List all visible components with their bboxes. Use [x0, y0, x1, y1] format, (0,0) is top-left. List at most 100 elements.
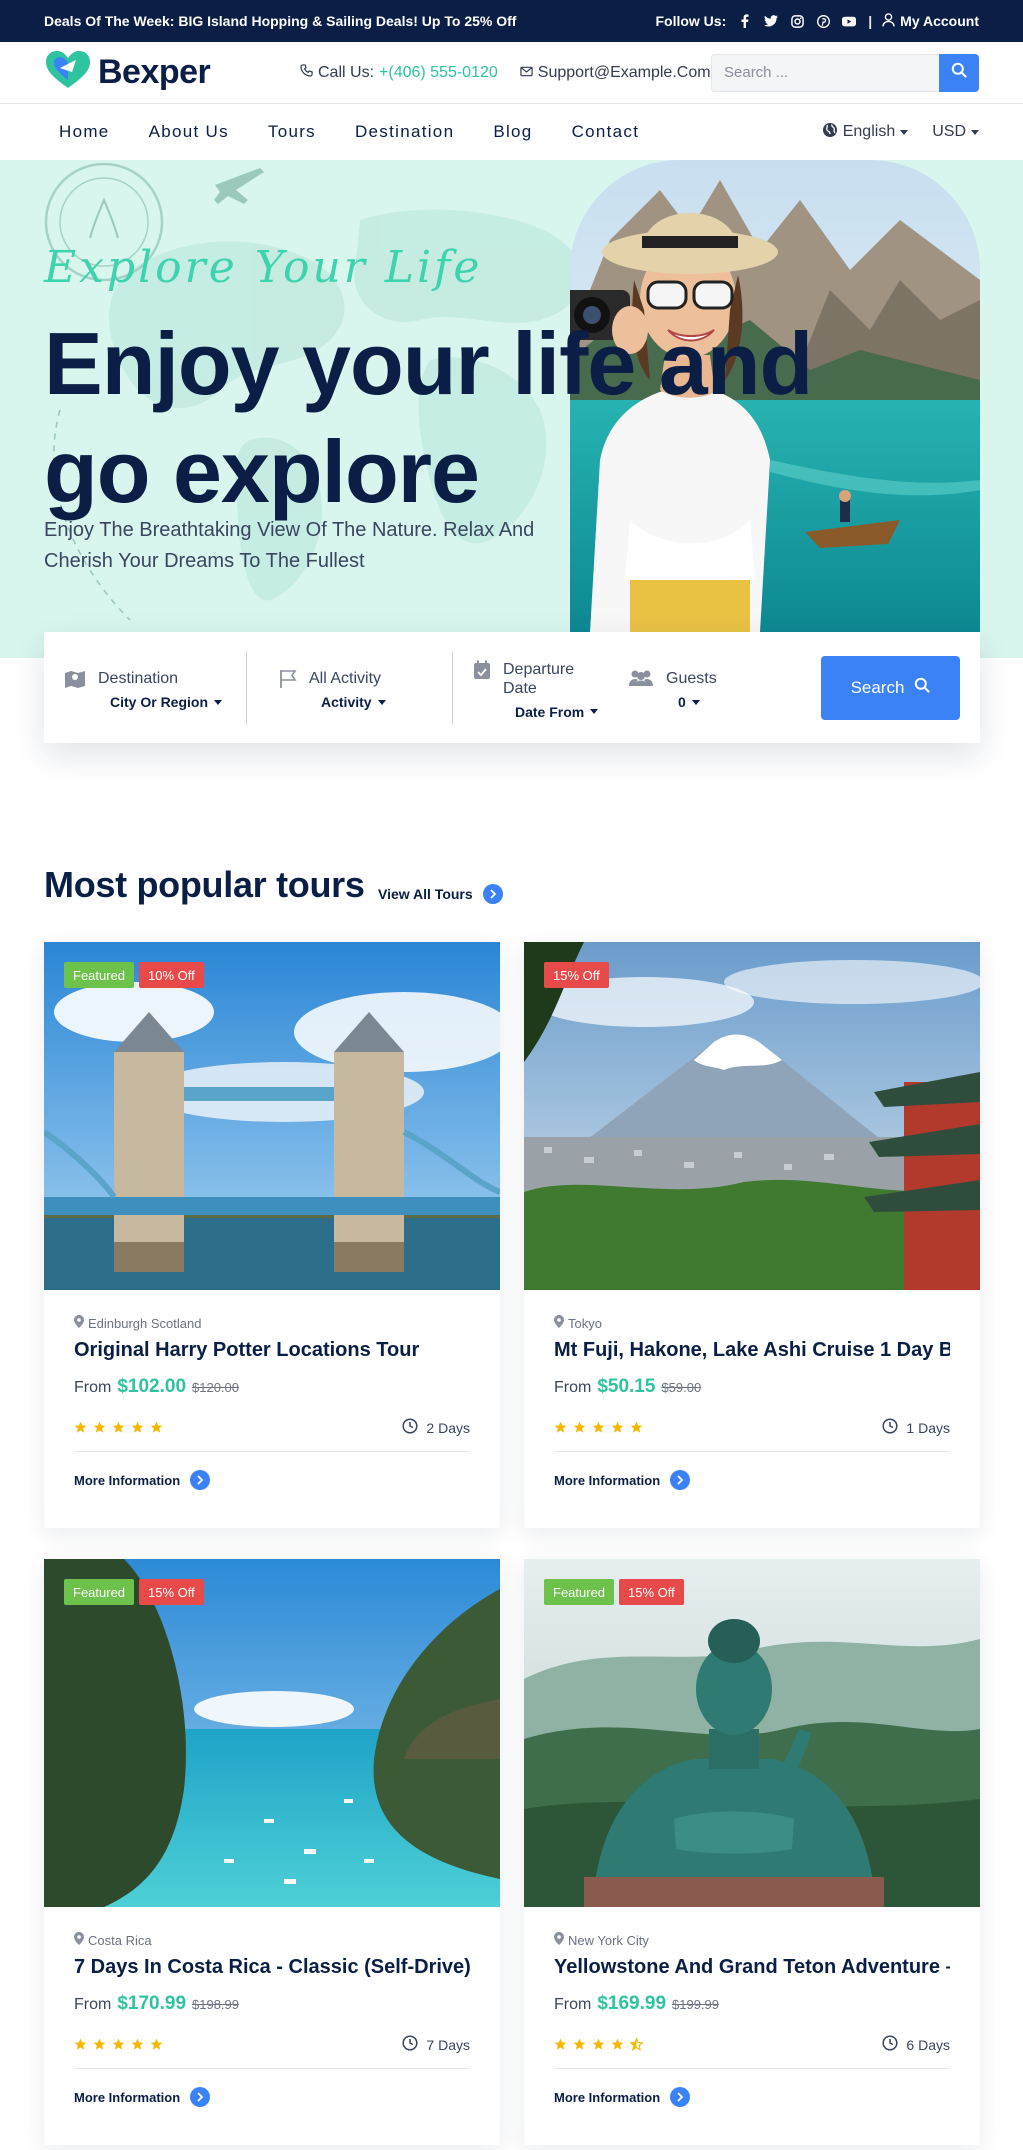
arrow-right-icon	[670, 1470, 691, 1490]
badges: Featured 15% Off	[64, 1579, 204, 1605]
destination-value: City Or Region	[110, 694, 209, 710]
logo[interactable]: Bexper	[44, 50, 256, 95]
facebook-icon[interactable]	[738, 14, 752, 28]
discount-badge: 10% Off	[139, 962, 204, 988]
phone-number[interactable]: +(406) 555-0120	[379, 64, 498, 82]
activity-dropdown[interactable]: Activity	[321, 694, 386, 710]
my-account-link[interactable]: My Account	[882, 12, 979, 30]
activity-field[interactable]: All Activity Activity	[247, 665, 452, 710]
search-button[interactable]	[939, 53, 979, 92]
nav-contact[interactable]: Contact	[572, 122, 640, 142]
destination-field[interactable]: Destination City Or Region	[64, 665, 234, 710]
duration-label: 6 Days	[906, 2036, 950, 2053]
arrow-right-icon	[670, 2087, 691, 2107]
search-input[interactable]	[711, 53, 939, 92]
more-information-link[interactable]: More Information	[554, 2087, 950, 2107]
tour-price: From $169.99 $199.99	[554, 1993, 950, 2015]
tour-card[interactable]: Featured 15% Off Costa Rica 7 Days In Co…	[44, 1559, 500, 2145]
pinterest-icon[interactable]	[816, 14, 830, 28]
tour-card[interactable]: 15% Off Tokyo Mt Fuji, Hakone, Lake Ashi…	[524, 942, 980, 1528]
calendar-icon	[473, 660, 491, 685]
star-icon	[93, 2038, 106, 2050]
old-price: $199.99	[672, 1997, 720, 2012]
tour-title[interactable]: Yellowstone And Grand Teton Adventure – …	[554, 1956, 950, 1979]
more-information-label: More Information	[554, 1472, 661, 1488]
tour-image-costa-rica-bay[interactable]	[44, 1559, 500, 1907]
guests-field[interactable]: Guests 0	[628, 665, 768, 710]
more-information-label: More Information	[74, 2089, 181, 2105]
featured-badge: Featured	[64, 1579, 135, 1605]
nav-blog[interactable]: Blog	[493, 122, 532, 142]
tour-card[interactable]: Featured 10% Off Edinburgh Scotland Orig…	[44, 942, 500, 1528]
topbar-separator: |	[868, 13, 873, 29]
phone-icon	[300, 63, 313, 82]
destination-label: Destination	[98, 670, 179, 687]
arrow-right-icon	[190, 2087, 211, 2107]
tour-title[interactable]: Mt Fuji, Hakone, Lake Ashi Cruise 1 Day …	[554, 1339, 950, 1362]
tour-title[interactable]: Original Harry Potter Locations Tour	[74, 1339, 470, 1362]
tour-search-button[interactable]: Search	[821, 655, 960, 720]
more-information-link[interactable]: More Information	[74, 2087, 470, 2107]
tour-image-tower-bridge[interactable]	[44, 942, 500, 1290]
tour-image-buddha-statue[interactable]	[524, 1559, 980, 1907]
email-contact[interactable]: Support@Example.Com	[520, 64, 711, 82]
tour-duration: 1 Days	[882, 1418, 950, 1437]
flag-icon	[279, 669, 297, 694]
star-icon	[592, 1421, 605, 1433]
nav-tours[interactable]: Tours	[268, 122, 316, 142]
star-icon	[630, 1421, 643, 1433]
more-information-link[interactable]: More Information	[74, 1470, 470, 1490]
youtube-icon[interactable]	[842, 14, 857, 28]
currency-selector[interactable]: USD	[932, 123, 979, 141]
tour-location: Costa Rica	[74, 1932, 470, 1948]
guests-label: Guests	[666, 670, 717, 687]
tour-title[interactable]: 7 Days In Costa Rica - Classic (Self-Dri…	[74, 1956, 470, 1979]
hero-subtitle: Enjoy The Breathtaking View Of The Natur…	[44, 519, 535, 572]
language-label: English	[842, 123, 896, 140]
logo-text: Bexper	[98, 53, 211, 91]
discount-badge: 15% Off	[544, 962, 609, 988]
location-label: Tokyo	[568, 1315, 602, 1331]
tour-card[interactable]: Featured 15% Off New York City Yellowsto…	[524, 1559, 980, 2145]
tour-location: Edinburgh Scotland	[74, 1315, 470, 1331]
card-divider	[554, 2068, 950, 2069]
chevron-down-icon	[971, 129, 979, 135]
more-information-link[interactable]: More Information	[554, 1470, 950, 1490]
star-icon	[112, 2038, 125, 2050]
duration-label: 7 Days	[426, 2036, 470, 2053]
tour-location: New York City	[554, 1932, 950, 1948]
globe-icon	[822, 122, 838, 143]
clock-icon	[882, 1418, 898, 1437]
map-pin-icon	[74, 1315, 84, 1331]
old-price: $59.00	[661, 1380, 702, 1395]
star-icon	[131, 2038, 144, 2050]
guests-value: 0	[678, 694, 686, 710]
deal-banner[interactable]: Deals Of The Week: BIG Island Hopping & …	[44, 13, 655, 29]
view-all-tours-link[interactable]: View All Tours	[378, 884, 503, 904]
departure-date-label: Departure Date	[503, 660, 575, 697]
guests-dropdown[interactable]: 0	[678, 694, 717, 710]
my-account-label: My Account	[900, 13, 979, 29]
tour-duration: 7 Days	[402, 2035, 470, 2054]
destination-dropdown[interactable]: City Or Region	[110, 694, 223, 710]
date-from-dropdown[interactable]: Date From	[515, 704, 599, 720]
current-price: $169.99	[597, 1993, 667, 2014]
clock-icon	[882, 2035, 898, 2054]
main-nav: Home About Us Tours Destination Blog Con…	[0, 104, 1023, 160]
language-selector[interactable]: English	[822, 122, 909, 143]
instagram-icon[interactable]	[790, 14, 804, 28]
tour-image-mt-fuji[interactable]	[524, 942, 980, 1290]
star-icon	[131, 1421, 144, 1433]
price-from-label: From	[74, 1996, 112, 2013]
call-us[interactable]: Call Us: +(406) 555-0120	[300, 64, 498, 82]
card-divider	[74, 1451, 470, 1452]
departure-date-field[interactable]: Departure Date Date From	[453, 656, 628, 720]
twitter-icon[interactable]	[764, 14, 779, 28]
star-icon	[592, 2038, 605, 2050]
tour-price: From $50.15 $59.00	[554, 1376, 950, 1398]
duration-label: 1 Days	[906, 1419, 950, 1436]
nav-about-us[interactable]: About Us	[149, 122, 229, 142]
nav-destination[interactable]: Destination	[355, 122, 454, 142]
nav-home[interactable]: Home	[59, 122, 110, 142]
star-icon	[611, 2038, 624, 2050]
